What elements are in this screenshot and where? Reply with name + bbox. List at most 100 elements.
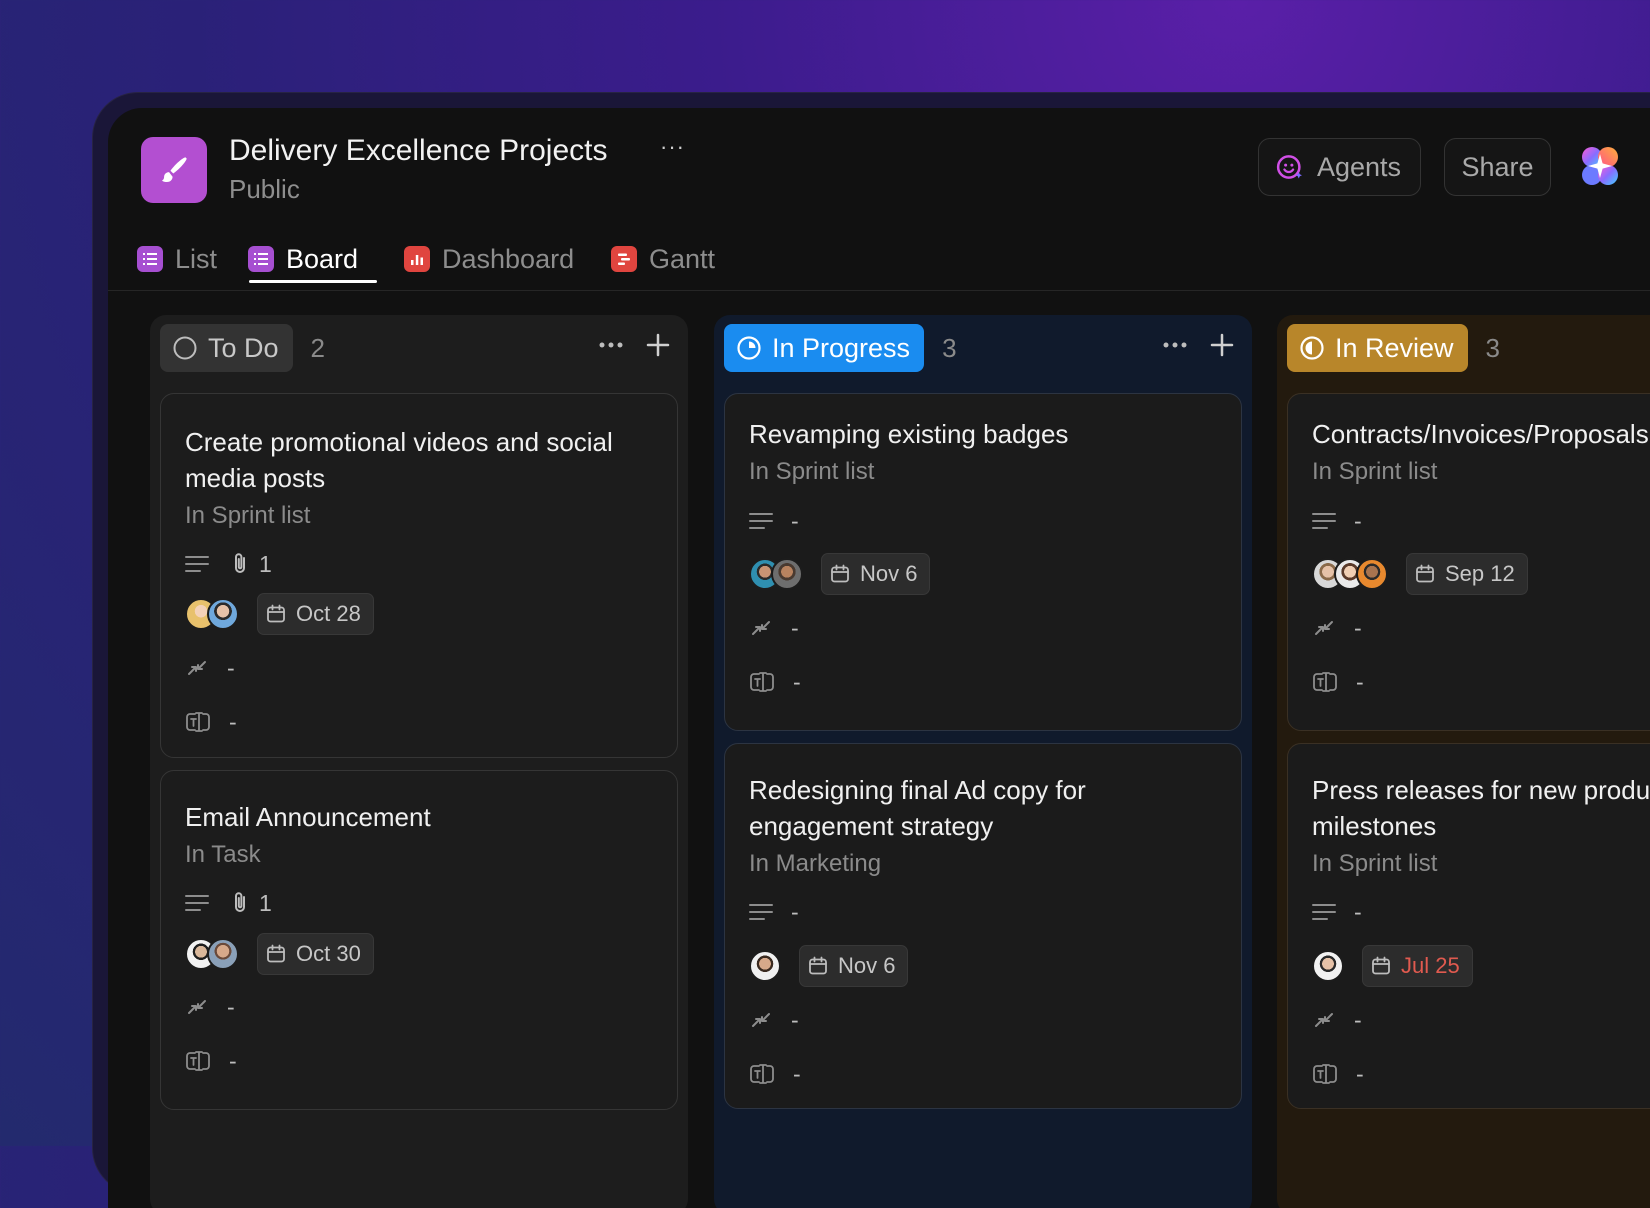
task-title[interactable]: Create promotional videos and social med…	[185, 424, 655, 496]
kanban-board: To Do 2 Create promotional videos and so…	[108, 315, 1650, 1208]
active-tab-indicator	[249, 280, 377, 283]
agents-button[interactable]: Agents	[1258, 138, 1421, 196]
task-card[interactable]: Email Announcement In Task 1 Oct 30 - -	[160, 770, 678, 1110]
avatar	[749, 950, 781, 982]
task-card[interactable]: Create promotional videos and social med…	[160, 393, 678, 758]
task-title[interactable]: Redesigning final Ad copy for engagement…	[749, 772, 1219, 844]
calendar-icon	[831, 564, 849, 583]
task-assign-row: Nov 6	[749, 553, 931, 595]
task-priority-row[interactable]: -	[185, 648, 235, 688]
paintbrush-icon[interactable]	[141, 137, 207, 203]
half-circle-icon	[1300, 336, 1324, 360]
task-assign-row: Oct 28	[185, 593, 374, 635]
task-assign-row: Jul 25	[1312, 945, 1473, 987]
more-horizontal-icon[interactable]	[598, 341, 624, 349]
status-badge[interactable]: To Do	[160, 324, 293, 372]
attachment-count[interactable]: 1	[229, 551, 272, 578]
tab-label: Board	[286, 243, 359, 274]
app-window: Delivery Excellence Projects ··· Public …	[108, 108, 1650, 1208]
task-title[interactable]: Contracts/Invoices/Proposals	[1312, 416, 1650, 452]
assignees[interactable]	[185, 938, 239, 970]
task-meta-row: 1	[185, 883, 272, 923]
ai-brain-icon[interactable]	[1576, 142, 1624, 190]
task-priority-row[interactable]: -	[749, 608, 799, 648]
text-field-icon	[1313, 1064, 1337, 1084]
assignees[interactable]	[749, 558, 803, 590]
task-count: 2	[310, 332, 326, 363]
due-date-overdue[interactable]: Jul 25	[1362, 945, 1473, 987]
status-badge[interactable]: In Progress	[724, 324, 925, 372]
task-assign-row: Sep 12	[1312, 553, 1528, 595]
task-title[interactable]: Revamping existing badges	[749, 416, 1219, 452]
task-card[interactable]: Press releases for new product features …	[1287, 743, 1650, 1109]
task-title[interactable]: Email Announcement	[185, 799, 655, 835]
more-options-icon[interactable]: ···	[660, 134, 685, 160]
tab-list[interactable]: List	[137, 228, 217, 290]
assignees[interactable]	[1312, 558, 1388, 590]
column-header: In Progress 3	[724, 324, 957, 372]
priority-arrows-icon	[1315, 621, 1333, 635]
task-priority-row[interactable]: -	[749, 1000, 799, 1040]
description-icon	[185, 556, 209, 572]
calendar-icon	[267, 944, 285, 963]
status-badge[interactable]: In Review	[1287, 324, 1468, 372]
plus-icon[interactable]	[646, 333, 670, 357]
due-date[interactable]: Nov 6	[821, 553, 931, 595]
task-custom-field-row[interactable]: -	[1312, 1054, 1364, 1094]
attachment-count[interactable]: 1	[229, 890, 272, 917]
task-title[interactable]: Press releases for new product features …	[1312, 772, 1650, 844]
task-custom-field-row[interactable]: -	[1312, 662, 1364, 702]
description-icon	[1312, 904, 1336, 920]
task-priority-row[interactable]: -	[1312, 1000, 1362, 1040]
column-actions	[1162, 333, 1234, 357]
column-in-progress: In Progress 3 Revamping existing badges …	[714, 315, 1252, 1208]
text-field-icon	[186, 712, 210, 732]
task-custom-field-row[interactable]: -	[749, 1054, 801, 1094]
task-assign-row: Nov 6	[749, 945, 909, 987]
task-custom-field-row[interactable]: -	[185, 1041, 237, 1081]
tab-label: Gantt	[649, 243, 716, 274]
task-card[interactable]: Redesigning final Ad copy for engagement…	[724, 743, 1242, 1109]
page-title[interactable]: Delivery Excellence Projects	[229, 134, 607, 168]
task-priority-row[interactable]: -	[185, 987, 235, 1027]
calendar-icon	[1416, 564, 1434, 583]
calendar-icon	[809, 956, 827, 975]
task-description-row[interactable]: -	[1312, 501, 1362, 541]
tab-gantt[interactable]: Gantt	[611, 228, 715, 290]
gantt-icon	[611, 246, 637, 272]
avatar	[771, 558, 803, 590]
avatar	[1356, 558, 1388, 590]
task-card[interactable]: Contracts/Invoices/Proposals In Sprint l…	[1287, 393, 1650, 731]
priority-arrows-icon	[188, 661, 206, 675]
paperclip-icon	[235, 553, 245, 573]
task-custom-field-row[interactable]: -	[749, 662, 801, 702]
dashboard-icon	[404, 246, 430, 272]
task-description-row[interactable]: -	[749, 501, 799, 541]
due-date[interactable]: Nov 6	[799, 945, 909, 987]
due-date[interactable]: Oct 30	[257, 933, 374, 975]
assignees[interactable]	[1312, 950, 1344, 982]
more-horizontal-icon[interactable]	[1162, 341, 1188, 349]
tab-dashboard[interactable]: Dashboard	[404, 228, 574, 290]
description-icon	[749, 513, 773, 529]
task-location: In Sprint list	[1312, 850, 1438, 877]
avatar	[207, 598, 239, 630]
assignees[interactable]	[749, 950, 781, 982]
column-actions	[598, 333, 670, 357]
due-date[interactable]: Oct 28	[257, 593, 374, 635]
column-in-review: In Review 3 Contracts/Invoices/Proposals…	[1277, 315, 1650, 1208]
plus-icon[interactable]	[1210, 333, 1234, 357]
progress-circle-icon	[737, 336, 761, 360]
share-button[interactable]: Share	[1444, 138, 1551, 196]
agents-icon	[1276, 155, 1302, 179]
task-description-row[interactable]: -	[749, 892, 799, 932]
task-card[interactable]: Revamping existing badges In Sprint list…	[724, 393, 1242, 731]
task-custom-field-row[interactable]: -	[185, 702, 237, 742]
priority-arrows-icon	[1315, 1013, 1333, 1027]
task-priority-row[interactable]: -	[1312, 608, 1362, 648]
assignees[interactable]	[185, 598, 239, 630]
due-date[interactable]: Sep 12	[1406, 553, 1528, 595]
paperclip-icon	[235, 892, 245, 912]
task-assign-row: Oct 30	[185, 933, 374, 975]
task-description-row[interactable]: -	[1312, 892, 1362, 932]
